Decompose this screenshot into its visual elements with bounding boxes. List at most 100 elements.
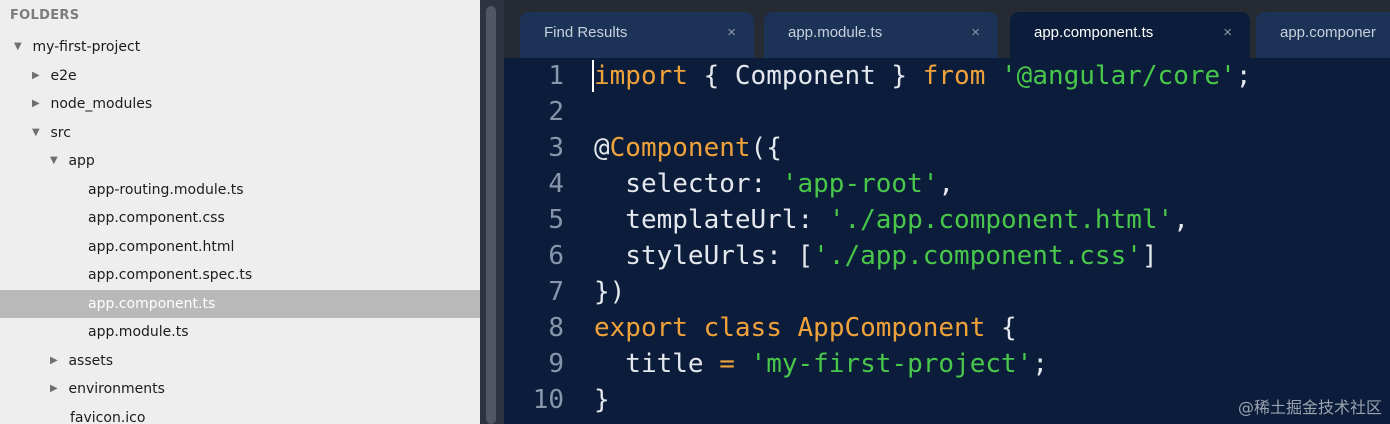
code-token: from: [922, 61, 986, 91]
code-token: ,: [938, 169, 955, 199]
tree-file[interactable]: app-routing.module.ts: [0, 176, 480, 205]
close-icon[interactable]: ×: [1223, 12, 1232, 54]
tree-folder[interactable]: ▶ environments: [0, 375, 480, 404]
code-token: class: [703, 313, 782, 343]
tree-file[interactable]: app.component.html: [0, 233, 480, 262]
code-token: 'my-first-project': [750, 349, 1033, 379]
code-token: templateUrl:: [594, 205, 829, 235]
code-token: { Component }: [687, 61, 923, 91]
tab-app-module-ts[interactable]: app.module.ts ×: [764, 12, 998, 58]
tab-app-componer[interactable]: app.componer: [1256, 12, 1390, 58]
tree-item-label: e2e: [50, 67, 77, 84]
tree-item-label: app.component.ts: [88, 295, 216, 312]
tree-file[interactable]: app.component.spec.ts: [0, 261, 480, 290]
triangle-right-icon[interactable]: ▶: [50, 347, 64, 376]
code-token: AppComponent: [797, 313, 986, 343]
triangle-down-icon[interactable]: ▼: [50, 147, 64, 176]
file-tree: ▼ my-first-project ▶ e2e ▶ node_modules ▼ s…: [0, 33, 480, 424]
close-icon[interactable]: ×: [727, 12, 736, 54]
code-line[interactable]: 2: [504, 94, 1390, 130]
code-text: export class AppComponent {: [594, 310, 1017, 346]
editor-window: FOLDERS ▼ my-first-project ▶ e2e ▶ node_mo…: [0, 0, 1390, 424]
code-text: }): [594, 274, 625, 310]
tab-find-results[interactable]: Find Results ×: [520, 12, 754, 58]
code-line[interactable]: 4 selector: 'app-root',: [504, 166, 1390, 202]
code-token: {: [985, 313, 1017, 343]
line-number: 6: [548, 241, 564, 271]
code-token: Component: [609, 133, 751, 163]
triangle-right-icon[interactable]: ▶: [50, 375, 64, 404]
watermark: @稀土掘金技术社区: [1237, 398, 1382, 417]
code-token: import: [594, 61, 688, 91]
triangle-right-icon[interactable]: ▶: [32, 62, 46, 91]
code-token: ({: [750, 133, 782, 163]
code-token: =: [719, 349, 735, 379]
code-token: ]: [1141, 241, 1158, 271]
code-line[interactable]: 6 styleUrls: ['./app.component.css']: [504, 238, 1390, 274]
line-number: 8: [548, 313, 564, 343]
code-token: ,: [1173, 205, 1189, 235]
triangle-right-icon[interactable]: ▶: [32, 90, 46, 119]
triangle-down-icon[interactable]: ▼: [14, 33, 28, 62]
tree-item-label: environments: [68, 381, 165, 397]
line-number: 7: [548, 277, 564, 307]
tree-item-label: app.component.spec.ts: [88, 267, 253, 283]
code-line[interactable]: 7}): [504, 274, 1390, 310]
tree-folder[interactable]: ▼ src: [0, 119, 480, 148]
tree-item-label: app.component.html: [88, 238, 235, 255]
tree-folder[interactable]: ▶ node_modules: [0, 90, 480, 119]
line-number: 9: [548, 349, 564, 379]
code-text: @Component({: [594, 130, 782, 166]
code-line[interactable]: 9 title = 'my-first-project';: [504, 346, 1390, 382]
tree-item-label: favicon.ico: [70, 409, 146, 424]
tree-folder[interactable]: ▶ e2e: [0, 62, 480, 91]
code-token: 'app-root': [781, 169, 939, 199]
code-token: selector:: [594, 169, 782, 199]
tree-item-label: src: [50, 124, 71, 141]
code-line[interactable]: 3 @Component({: [504, 130, 1390, 166]
sidebar-scrollbar[interactable]: [480, 0, 504, 424]
code-line[interactable]: 5 templateUrl: './app.component.html',: [504, 202, 1390, 238]
scrollbar-thumb[interactable]: [486, 6, 496, 424]
code-token: ;: [1235, 61, 1252, 91]
tab-bar: Find Results × app.module.ts × app.component…: [504, 0, 1390, 58]
tree-item-label: app.module.ts: [88, 324, 189, 340]
code-token: export: [594, 313, 688, 343]
code-token: styleUrls: [: [594, 241, 814, 271]
tab-label: app.module.ts: [788, 24, 883, 41]
line-number: 4: [548, 169, 564, 199]
text-caret: [592, 60, 594, 92]
line-number: 5: [548, 205, 564, 235]
line-number: 1: [548, 61, 564, 91]
tree-item-label: app.component.css: [88, 210, 225, 226]
tree-file[interactable]: app.component.css: [0, 204, 480, 233]
code-line[interactable]: 8 export class AppComponent {: [504, 310, 1390, 346]
code-line[interactable]: 1 import { Component } from '@angular/cor…: [504, 58, 1390, 94]
tree-file[interactable]: app.module.ts: [0, 318, 480, 347]
tree-file[interactable]: favicon.ico: [0, 404, 480, 424]
code-editor[interactable]: 1 import { Component } from '@angular/cor…: [504, 58, 1390, 424]
tab-label: app.component.ts: [1034, 24, 1154, 41]
code-token: './app.component.html': [828, 205, 1174, 235]
tree-item-label: node_modules: [50, 96, 153, 112]
code-text: import { Component } from '@angular/core…: [594, 58, 1251, 94]
code-text: styleUrls: ['./app.component.css']: [594, 238, 1158, 274]
tree-file[interactable]: app.component.ts: [0, 289, 480, 318]
tab-label: app.componer: [1280, 24, 1376, 41]
code-text: title = 'my-first-project';: [594, 346, 1048, 382]
code-text: }: [594, 382, 610, 418]
tree-folder[interactable]: ▶ assets: [0, 347, 480, 376]
tree-folder[interactable]: ▼ app: [0, 147, 480, 176]
line-number: 2: [548, 97, 564, 127]
tab-app-component-ts[interactable]: app.component.ts ×: [1010, 12, 1250, 58]
line-number: 10: [532, 385, 564, 415]
tree-folder[interactable]: ▼ my-first-project: [0, 33, 480, 62]
tree-item-label: my-first-project: [32, 39, 141, 55]
tree-item-label: app-routing.module.ts: [88, 181, 244, 198]
close-icon[interactable]: ×: [971, 12, 980, 54]
triangle-down-icon[interactable]: ▼: [32, 119, 46, 148]
tab-label: Find Results: [544, 24, 628, 41]
tree-item-label: assets: [68, 352, 114, 369]
